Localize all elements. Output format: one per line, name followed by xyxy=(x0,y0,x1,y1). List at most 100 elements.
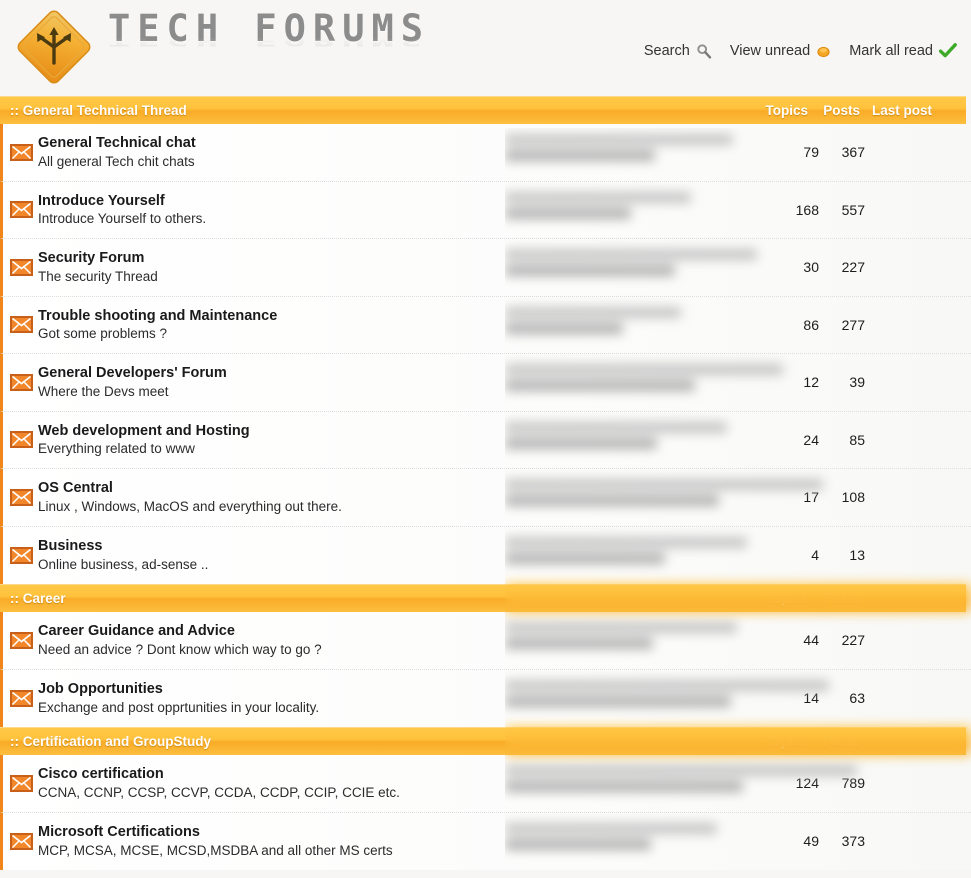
forum-name-link[interactable]: OS Central xyxy=(38,479,759,498)
forum-description: Exchange and post opprtunities in your l… xyxy=(38,699,320,715)
forum-info: Introduce Yourself Introduce Yourself to … xyxy=(36,192,759,228)
site-title: TECH FORUMS xyxy=(108,6,431,50)
forum-info: Trouble shooting and Maintenance Got some… xyxy=(36,307,759,343)
column-header-topics: Topics xyxy=(765,103,808,118)
envelope-icon xyxy=(3,201,36,219)
forum-description: The security Thread xyxy=(38,268,158,284)
forum-row[interactable]: Career Guidance and Advice Need an advice… xyxy=(0,612,971,670)
forum-description: Online business, ad-sense .. xyxy=(38,556,209,572)
forum-description: MCP, MCSA, MCSE, MCSD,MSDBA and all othe… xyxy=(38,842,393,858)
forum-description: Where the Devs meet xyxy=(38,383,169,399)
column-header-topics: Topics xyxy=(765,734,808,749)
forum-name-link[interactable]: Introduce Yourself xyxy=(38,192,759,211)
forum-row[interactable]: General Developers' Forum Where the Devs … xyxy=(0,354,971,412)
envelope-icon xyxy=(3,431,36,449)
forum-row[interactable]: Introduce Yourself Introduce Yourself to … xyxy=(0,181,971,239)
category-header[interactable]: :: General Technical Thread Topics Posts La… xyxy=(0,96,966,124)
forum-row[interactable]: Cisco certification CCNA, CCNP, CCSP, CCV… xyxy=(0,755,971,813)
forum-name-link[interactable]: Web development and Hosting xyxy=(38,422,759,441)
category-title: :: Certification and GroupStudy xyxy=(10,734,211,749)
column-header-posts: Posts xyxy=(823,103,860,118)
envelope-icon xyxy=(3,373,36,391)
site-logo-icon xyxy=(12,3,96,87)
forum-topic-count: 86 xyxy=(803,316,819,333)
envelope-icon xyxy=(3,143,36,161)
forum-row[interactable]: General Technical chat All general Tech c… xyxy=(0,124,971,182)
forum-description: Need an advice ? Dont know which way to … xyxy=(38,641,322,657)
forum-topic-count: 79 xyxy=(803,144,819,161)
forum-topic-count: 17 xyxy=(803,489,819,506)
forum-info: Job Opportunities Exchange and post opprt… xyxy=(36,680,759,716)
envelope-icon xyxy=(3,488,36,506)
forum-name-link[interactable]: Trouble shooting and Maintenance xyxy=(38,307,759,326)
green-check-icon xyxy=(938,43,957,59)
forum-topic-count: 14 xyxy=(803,690,819,707)
forum-info: Microsoft Certifications MCP, MCSA, MCSE,… xyxy=(36,823,759,859)
forum-name-link[interactable]: Business xyxy=(38,537,759,556)
forum-row[interactable]: Trouble shooting and Maintenance Got some… xyxy=(0,296,971,354)
forum-category: :: General Technical Thread Topics Posts La… xyxy=(0,96,971,584)
forum-name-link[interactable]: Career Guidance and Advice xyxy=(38,622,759,641)
mark-all-read-label: Mark all read xyxy=(849,43,933,59)
column-header-posts: Posts xyxy=(823,734,860,749)
forum-topic-count: 24 xyxy=(803,431,819,448)
forum-row[interactable]: OS Central Linux , Windows, MacOS and eve… xyxy=(0,469,971,527)
forum-rows: Cisco certification CCNA, CCNP, CCSP, CCV… xyxy=(0,755,971,870)
column-header-last-post: Last post xyxy=(872,103,933,118)
category-header[interactable]: :: Career Topics Posts xyxy=(0,584,966,612)
forum-topic-count: 49 xyxy=(803,833,819,850)
brand[interactable]: TECH FORUMS TECH FORUMS xyxy=(12,3,430,87)
forum-info: Cisco certification CCNA, CCNP, CCSP, CCV… xyxy=(36,765,759,801)
forum-post-count: 367 xyxy=(841,144,865,161)
forum-description: Everything related to www xyxy=(38,441,195,457)
header-nav: Search View unread Mark all read xyxy=(644,43,957,59)
mark-all-read-link[interactable]: Mark all read xyxy=(849,43,957,59)
forum-description: CCNA, CCNP, CCSP, CCVP, CCDA, CCDP, CCIP… xyxy=(38,784,400,800)
forum-row[interactable]: Business Online business, ad-sense .. 4 13 xyxy=(0,526,971,584)
forum-post-count: 277 xyxy=(841,316,865,333)
forum-name-link[interactable]: Cisco certification xyxy=(38,765,759,784)
forum-name-link[interactable]: General Technical chat xyxy=(38,134,759,153)
column-header-topics: Topics xyxy=(765,591,808,606)
forum-info: OS Central Linux , Windows, MacOS and eve… xyxy=(36,479,759,515)
envelope-icon xyxy=(3,546,36,564)
forum-row[interactable]: Job Opportunities Exchange and post opprt… xyxy=(0,669,971,727)
forum-category: :: Certification and GroupStudy Topics Pos… xyxy=(0,727,971,870)
envelope-icon xyxy=(3,258,36,276)
search-link[interactable]: Search xyxy=(644,43,712,59)
forum-info: General Developers' Forum Where the Devs … xyxy=(36,364,759,400)
forum-info: General Technical chat All general Tech c… xyxy=(36,134,759,170)
forum-post-count: 85 xyxy=(849,431,865,448)
forum-row[interactable]: Web development and Hosting Everything re… xyxy=(0,411,971,469)
forum-info: Career Guidance and Advice Need an advice… xyxy=(36,622,759,658)
forum-post-count: 108 xyxy=(841,489,865,506)
forum-row[interactable]: Security Forum The security Thread 30 227 xyxy=(0,239,971,297)
forum-name-link[interactable]: Job Opportunities xyxy=(38,680,759,699)
forum-post-count: 789 xyxy=(841,775,865,792)
forum-post-count: 227 xyxy=(841,259,865,276)
envelope-icon xyxy=(3,631,36,649)
view-unread-link[interactable]: View unread xyxy=(730,43,831,59)
column-header-posts: Posts xyxy=(823,591,860,606)
forum-topic-count: 44 xyxy=(803,632,819,649)
forum-post-count: 63 xyxy=(849,690,865,707)
forum-description: Linux , Windows, MacOS and everything ou… xyxy=(38,498,342,514)
forum-name-link[interactable]: Security Forum xyxy=(38,249,759,268)
forum-post-count: 39 xyxy=(849,374,865,391)
forum-info: Security Forum The security Thread xyxy=(36,249,759,285)
category-header[interactable]: :: Certification and GroupStudy Topics Pos… xyxy=(0,727,966,755)
forum-info: Business Online business, ad-sense .. xyxy=(36,537,759,573)
forum-row[interactable]: Microsoft Certifications MCP, MCSA, MCSE,… xyxy=(0,812,971,870)
forum-description: Got some problems ? xyxy=(38,326,168,342)
envelope-icon xyxy=(3,689,36,707)
envelope-icon xyxy=(3,316,36,334)
envelope-icon xyxy=(3,832,36,850)
forum-topic-count: 124 xyxy=(795,775,819,792)
category-title: :: General Technical Thread xyxy=(10,103,187,118)
forum-description: Introduce Yourself to others. xyxy=(38,211,207,227)
forum-name-link[interactable]: Microsoft Certifications xyxy=(38,823,759,842)
forum-name-link[interactable]: General Developers' Forum xyxy=(38,364,759,383)
category-title: :: Career xyxy=(10,591,66,606)
brand-text: TECH FORUMS TECH FORUMS xyxy=(108,10,430,85)
forum-post-count: 227 xyxy=(841,632,865,649)
